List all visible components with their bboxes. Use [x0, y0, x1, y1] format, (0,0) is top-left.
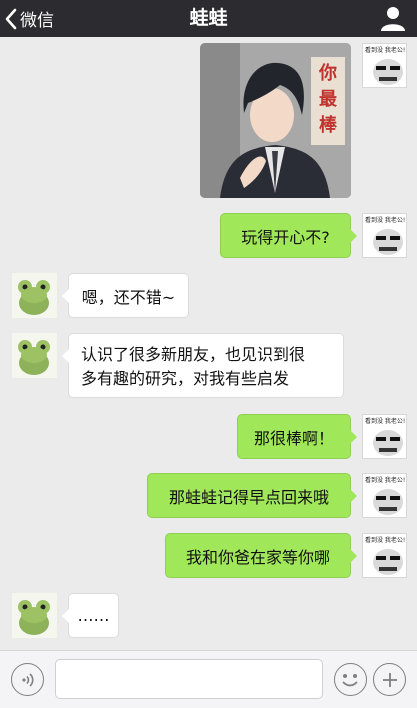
chat-title: 蛙蛙 [189, 7, 228, 29]
input-bar [0, 650, 417, 708]
meme-face-icon [373, 229, 403, 255]
frog-icon [18, 280, 50, 315]
avatar-me[interactable]: 看到没 我老公! [362, 414, 407, 459]
avatar-frog[interactable] [12, 593, 57, 638]
more-button[interactable] [373, 663, 406, 696]
avatar-me[interactable]: 看到没 我老公! [362, 473, 407, 518]
emoji-button[interactable] [334, 663, 367, 696]
avatar-me[interactable]: 看到没 我老公! [362, 533, 407, 578]
message-line: 认识了很多新朋友，也见识到很 [81, 345, 306, 364]
message-bubble-sent[interactable]: 玩得开心不? [220, 213, 357, 258]
message-bubble-received[interactable]: …… [62, 593, 119, 638]
voice-icon [21, 672, 34, 687]
voice-button[interactable] [11, 663, 44, 696]
meme-face-icon [373, 430, 403, 456]
message-input[interactable] [55, 659, 323, 699]
message-line: 多有趣的研究，对我有些启发 [81, 369, 290, 388]
meme-face-icon [373, 549, 403, 575]
meme-face-icon [373, 59, 403, 85]
avatar-frog[interactable] [12, 333, 57, 378]
frog-icon [18, 340, 50, 375]
avatar-frog[interactable] [12, 273, 57, 318]
sign-text: 你 最 棒 [311, 57, 345, 145]
message-bubble-sent[interactable]: 那蛙蛙记得早点回来哦 [147, 473, 357, 518]
nav-bar: 微信 蛙蛙 [0, 0, 417, 37]
message-bubble-sent[interactable]: 我和你爸在家等你哪 [165, 533, 357, 578]
plus-icon [382, 672, 397, 687]
frog-icon [18, 600, 50, 635]
message-bubble-received[interactable]: 嗯，还不错~ [62, 273, 189, 318]
meme-face-icon [373, 489, 403, 515]
avatar-me[interactable]: 看到没 我老公! [362, 213, 407, 258]
message-bubble-received[interactable]: 认识了很多新朋友，也见识到很 多有趣的研究，对我有些启发 [62, 333, 344, 398]
photo-message[interactable]: 你 最 棒 [200, 43, 351, 198]
message-bubble-sent[interactable]: 那很棒啊！ [237, 414, 357, 459]
chat-area[interactable]: 你 最 棒 看到没 我老公! 玩得开心不? 看到没 我老公! 嗯，还不错~ 认识… [0, 37, 417, 650]
avatar-me[interactable]: 看到没 我老公! [362, 43, 407, 88]
person-icon[interactable] [379, 4, 407, 32]
smiley-icon [342, 674, 358, 687]
